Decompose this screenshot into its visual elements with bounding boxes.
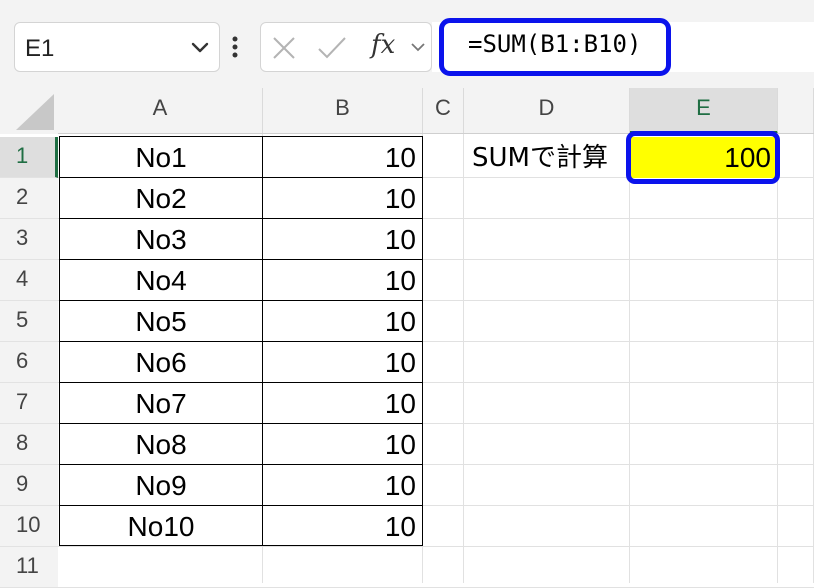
select-all-triangle-icon	[16, 94, 54, 130]
cell-b7[interactable]: 10	[263, 383, 423, 424]
cell-b2[interactable]: 10	[263, 178, 423, 219]
cell-a5[interactable]: No5	[59, 301, 263, 342]
row-header-8[interactable]: 8	[0, 424, 58, 465]
cell-a11[interactable]	[59, 547, 263, 588]
cell-b3[interactable]: 10	[263, 219, 423, 260]
chevron-down-icon[interactable]	[189, 36, 211, 58]
row-header-10[interactable]: 10	[0, 506, 58, 547]
cell-a8[interactable]: No8	[59, 424, 263, 465]
checkmark-icon[interactable]	[317, 35, 347, 61]
column-header-a[interactable]: A	[58, 88, 263, 134]
row-header-4[interactable]: 4	[0, 260, 58, 301]
cell-a6[interactable]: No6	[59, 342, 263, 383]
column-header-c[interactable]: C	[423, 88, 464, 134]
cell-b5[interactable]: 10	[263, 301, 423, 342]
cell-b6[interactable]: 10	[263, 342, 423, 383]
cell-b9[interactable]: 10	[263, 465, 423, 506]
gridline-vertical	[629, 134, 630, 583]
insert-function-button[interactable]: fx	[371, 30, 395, 60]
cell-a4[interactable]: No4	[59, 260, 263, 301]
row-header-1[interactable]: 1	[0, 137, 58, 178]
gridline-vertical	[777, 134, 778, 583]
row-header-6[interactable]: 6	[0, 342, 58, 383]
cell-a7[interactable]: No7	[59, 383, 263, 424]
column-header-e[interactable]: E	[630, 88, 778, 134]
select-all-corner[interactable]	[0, 88, 58, 134]
cell-b10[interactable]: 10	[263, 506, 423, 547]
formula-bar: E1 fx =SUM(B1:B10)	[0, 0, 814, 88]
cell-d1[interactable]: SUMで計算	[464, 137, 630, 178]
cell-b8[interactable]: 10	[263, 424, 423, 465]
row-header-9[interactable]: 9	[0, 465, 58, 506]
cell-b11[interactable]	[263, 547, 423, 588]
cell-a2[interactable]: No2	[59, 178, 263, 219]
cell-b4[interactable]: 10	[263, 260, 423, 301]
vertical-dots-icon[interactable]	[232, 36, 238, 58]
row-header-3[interactable]: 3	[0, 219, 58, 260]
cell-b1[interactable]: 10	[263, 137, 423, 178]
column-header-overflow[interactable]	[778, 88, 814, 134]
cell-a1[interactable]: No1	[59, 137, 263, 178]
formula-controls: fx	[260, 22, 432, 72]
chevron-down-icon[interactable]	[408, 37, 428, 57]
x-icon[interactable]	[271, 35, 297, 61]
row-header-7[interactable]: 7	[0, 383, 58, 424]
cell-a9[interactable]: No9	[59, 465, 263, 506]
name-box-value: E1	[25, 35, 55, 62]
e1-highlight-box	[626, 131, 780, 184]
cell-a10[interactable]: No10	[59, 506, 263, 547]
cell-a3[interactable]: No3	[59, 219, 263, 260]
row-header-11[interactable]: 11	[0, 547, 58, 588]
gridline-vertical	[463, 134, 464, 583]
column-header-d[interactable]: D	[464, 88, 630, 134]
row-header-2[interactable]: 2	[0, 178, 58, 219]
formula-highlight-box	[439, 18, 671, 76]
row-header-5[interactable]: 5	[0, 301, 58, 342]
name-box[interactable]: E1	[14, 22, 220, 72]
column-header-b[interactable]: B	[263, 88, 423, 134]
